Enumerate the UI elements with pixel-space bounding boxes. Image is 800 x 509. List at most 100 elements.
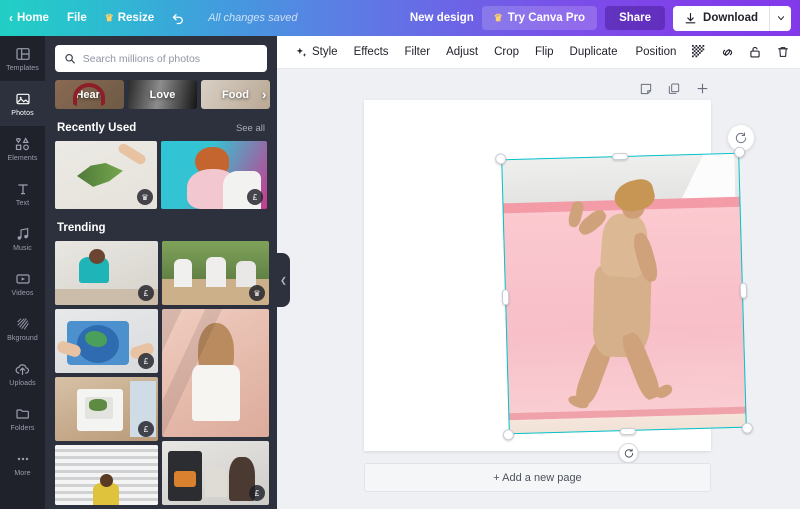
- trending-column-left: £ £ £: [55, 241, 158, 509]
- person-shape: [236, 261, 256, 287]
- hand-shape: [116, 141, 148, 167]
- elements-icon: [14, 136, 31, 153]
- file-label: File: [66, 12, 87, 24]
- sidebar-item-folders[interactable]: Folders: [0, 396, 45, 441]
- chevron-right-icon[interactable]: ›: [262, 87, 266, 102]
- top-navigation-bar: ‹ Home File ♛ Resize All changes saved N…: [0, 0, 800, 36]
- price-badge: £: [247, 189, 263, 205]
- resize-handle-bottom[interactable]: [619, 427, 636, 435]
- recently-used-grid: ♛ £: [45, 141, 277, 209]
- category-chip-food[interactable]: Food: [201, 80, 270, 109]
- trash-icon: [778, 47, 789, 57]
- flip-button[interactable]: Flip: [527, 41, 562, 63]
- resize-button[interactable]: ♛ Resize: [96, 5, 163, 31]
- download-label: Download: [703, 12, 758, 24]
- panel-collapse-toggle[interactable]: ❮: [277, 253, 290, 307]
- folders-icon: [15, 406, 31, 423]
- effects-button[interactable]: Effects: [346, 41, 397, 63]
- price-badge: £: [138, 353, 154, 369]
- photo-thumbnail[interactable]: ♛: [162, 241, 269, 305]
- transparency-button[interactable]: [686, 40, 712, 64]
- price-badge: £: [138, 285, 154, 301]
- photo-thumbnail[interactable]: £: [55, 377, 158, 441]
- photo-thumbnail[interactable]: £: [55, 309, 158, 373]
- notes-icon[interactable]: [639, 82, 653, 96]
- chip-label: Food: [222, 88, 249, 101]
- sidebar-item-background[interactable]: Bkground: [0, 306, 45, 351]
- recently-used-header: Recently Used See all: [45, 109, 277, 141]
- crop-button[interactable]: Crop: [486, 41, 527, 63]
- add-page-icon[interactable]: [695, 81, 710, 96]
- category-chip-heart[interactable]: Heart: [55, 80, 124, 109]
- photo-thumbnail[interactable]: £: [162, 441, 269, 505]
- resize-handle-bottom-left[interactable]: [502, 429, 515, 441]
- section-title: Recently Used: [57, 122, 137, 134]
- home-button[interactable]: ‹ Home: [0, 5, 58, 31]
- pro-crown-badge: ♛: [249, 285, 265, 301]
- photo-thumbnail[interactable]: ♛: [55, 141, 158, 209]
- category-chip-love[interactable]: Love: [128, 80, 197, 109]
- price-badge: £: [138, 421, 154, 437]
- trending-header: Trending: [45, 209, 277, 241]
- photo-thumbnail[interactable]: [55, 445, 158, 505]
- photo-thumbnail[interactable]: £: [55, 241, 158, 305]
- sidebar-item-photos[interactable]: Photos: [0, 74, 45, 133]
- photo-thumbnail[interactable]: [162, 309, 269, 437]
- running-woman-photo: [501, 152, 747, 435]
- delete-button[interactable]: [770, 40, 796, 64]
- sidebar-item-videos[interactable]: Videos: [0, 261, 45, 306]
- see-all-link[interactable]: See all: [236, 123, 265, 134]
- resize-handle-left[interactable]: [501, 288, 509, 305]
- sidebar-item-text[interactable]: Text: [0, 171, 45, 216]
- head-shape: [100, 474, 113, 487]
- rail-label: Text: [15, 199, 30, 207]
- ceiling-highlight: [643, 152, 736, 203]
- rotate-handle[interactable]: [618, 442, 639, 464]
- share-button[interactable]: Share: [605, 6, 666, 30]
- chevron-left-icon: ‹: [9, 11, 13, 25]
- photos-panel: Heart Love Food › Recently Used See all …: [45, 36, 277, 509]
- rotate-icon: [624, 448, 633, 458]
- lock-button[interactable]: [742, 40, 768, 64]
- rail-label: More: [14, 469, 31, 477]
- sidebar-item-uploads[interactable]: Uploads: [0, 351, 45, 396]
- more-dots-icon: [15, 451, 31, 468]
- sidebar-item-elements[interactable]: Elements: [0, 126, 45, 171]
- selected-image-element[interactable]: [495, 146, 753, 464]
- sidebar-item-more[interactable]: More: [0, 441, 45, 486]
- resize-handle-right[interactable]: [739, 282, 747, 299]
- download-button[interactable]: Download: [673, 6, 769, 31]
- adjust-button[interactable]: Adjust: [438, 41, 486, 63]
- resize-handle-top-right[interactable]: [733, 146, 746, 158]
- undo-button[interactable]: [163, 11, 194, 26]
- person-shape: [206, 257, 226, 287]
- duplicate-page-icon[interactable]: [667, 82, 681, 96]
- pro-crown-badge: ♛: [137, 189, 154, 205]
- resize-handle-top[interactable]: [612, 152, 629, 160]
- canvas-area: + Add a new page: [277, 69, 800, 509]
- person-shape: [174, 259, 192, 287]
- sidebar-item-music[interactable]: Music: [0, 216, 45, 261]
- download-dropdown-toggle[interactable]: [769, 5, 791, 31]
- search-icon: [65, 53, 75, 64]
- style-button[interactable]: Style: [287, 41, 346, 64]
- link-button[interactable]: [714, 40, 740, 64]
- uploads-icon: [14, 361, 31, 378]
- filter-button[interactable]: Filter: [397, 41, 439, 63]
- add-new-page-button[interactable]: + Add a new page: [364, 463, 711, 492]
- resize-handle-bottom-right[interactable]: [741, 422, 753, 434]
- position-button[interactable]: Position: [627, 41, 684, 63]
- duplicate-button[interactable]: Duplicate: [562, 41, 626, 63]
- left-tool-rail: Templates Photos Elements Text Music Vid…: [0, 36, 45, 509]
- file-menu-button[interactable]: File: [58, 5, 96, 31]
- design-page[interactable]: [364, 100, 753, 464]
- text-icon: [15, 181, 31, 198]
- photo-thumbnail[interactable]: £: [161, 141, 267, 209]
- search-box[interactable]: [55, 45, 267, 72]
- new-design-button[interactable]: New design: [410, 12, 474, 24]
- search-input[interactable]: [82, 52, 258, 65]
- try-canva-pro-button[interactable]: ♛ Try Canva Pro: [481, 6, 598, 30]
- transparency-icon: [692, 45, 705, 58]
- resize-label: Resize: [117, 12, 155, 24]
- element-toolbar: Style Effects Filter Adjust Crop Flip Du…: [277, 36, 800, 69]
